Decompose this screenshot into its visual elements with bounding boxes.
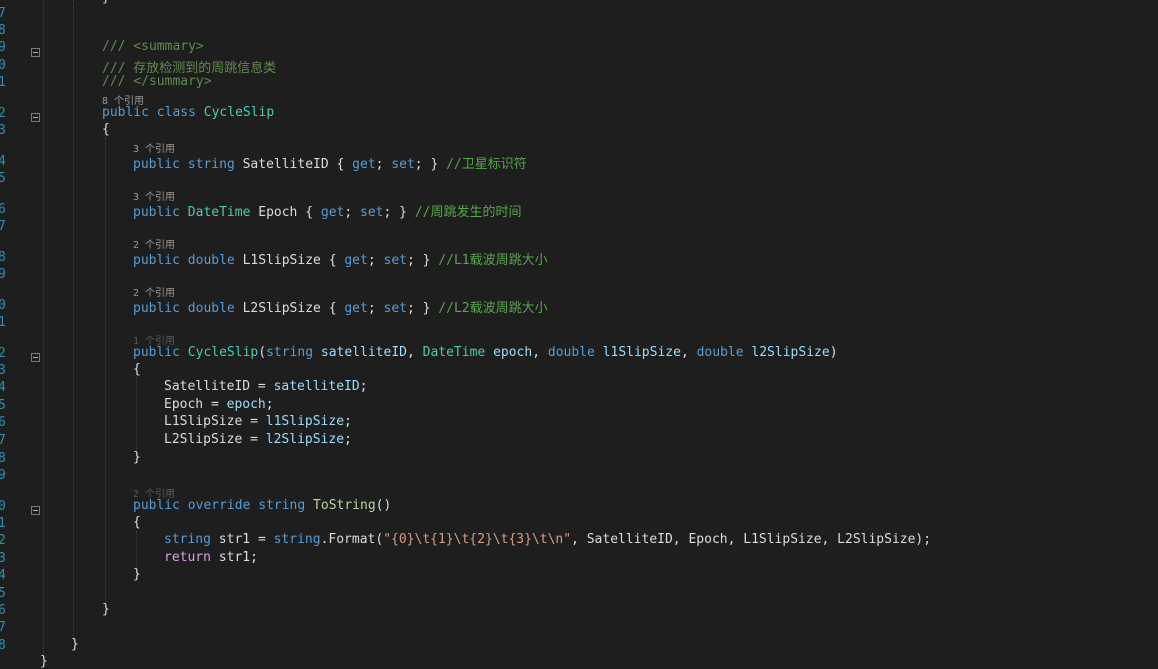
code-line[interactable]: string str1 = string.Format("{0}\t{1}\t{… (164, 532, 931, 547)
line-number: 2 (0, 106, 6, 121)
code-line[interactable]: { (133, 362, 141, 377)
code-line[interactable]: } (102, 0, 110, 5)
line-number: 6 (0, 202, 6, 217)
line-number: 3 (0, 363, 6, 378)
line-number: 7 (0, 620, 6, 635)
code-line[interactable]: } (133, 567, 141, 582)
code-line[interactable]: public CycleSlip(string satelliteID, Dat… (133, 345, 838, 360)
collapse-region-icon[interactable] (31, 506, 40, 515)
code-line[interactable]: } (71, 637, 79, 652)
code-line[interactable]: public double L2SlipSize { get; set; } /… (133, 297, 548, 316)
line-number: 8 (0, 250, 6, 265)
indent-guide (136, 531, 137, 571)
indent-guide (43, 0, 44, 661)
collapse-region-icon[interactable] (31, 353, 40, 362)
line-number: 2 (0, 533, 6, 548)
line-number: 5 (0, 171, 6, 186)
line-number: 0 (0, 298, 6, 313)
line-number: 6 (0, 603, 6, 618)
collapse-region-icon[interactable] (31, 113, 40, 122)
code-line[interactable]: L2SlipSize = l2SlipSize; (164, 432, 352, 447)
line-number: 3 (0, 123, 6, 138)
code-line[interactable]: return str1; (164, 550, 258, 565)
code-line[interactable]: public double L1SlipSize { get; set; } /… (133, 249, 548, 268)
line-number: 1 (0, 75, 6, 90)
code-line[interactable]: public string SatelliteID { get; set; } … (133, 153, 527, 172)
line-number: 7 (0, 6, 6, 21)
line-number: 2 (0, 346, 6, 361)
indent-guide (105, 138, 106, 604)
code-line[interactable]: public DateTime Epoch { get; set; } //周跳… (133, 201, 521, 220)
line-number: 7 (0, 433, 6, 448)
code-editor[interactable]: 7 8 9 0 1 2 3 4 5 6 7 8 9 0 1 2 3 4 5 6 … (0, 0, 1158, 669)
indent-guide (73, 0, 74, 640)
code-line[interactable]: Epoch = epoch; (164, 397, 274, 412)
code-line[interactable]: /// </summary> (102, 74, 212, 89)
line-number: 1 (0, 516, 6, 531)
code-line[interactable]: } (102, 602, 110, 617)
indent-guide (136, 377, 137, 455)
line-number: 8 (0, 638, 6, 653)
line-number: 4 (0, 154, 6, 169)
code-line[interactable]: } (40, 654, 48, 669)
line-number: 7 (0, 219, 6, 234)
line-number: 1 (0, 315, 6, 330)
code-line[interactable]: { (102, 122, 110, 137)
line-number: 5 (0, 586, 6, 601)
line-number: 8 (0, 451, 6, 466)
line-number: 8 (0, 23, 6, 38)
line-number: 6 (0, 415, 6, 430)
line-number: 9 (0, 468, 6, 483)
line-number: 5 (0, 398, 6, 413)
code-line[interactable]: L1SlipSize = l1SlipSize; (164, 414, 352, 429)
line-number: 4 (0, 568, 6, 583)
line-number: 0 (0, 58, 6, 73)
code-line[interactable]: public class CycleSlip (102, 105, 274, 120)
line-number: 3 (0, 551, 6, 566)
line-number: 9 (0, 40, 6, 55)
line-number: 9 (0, 267, 6, 282)
line-number: 0 (0, 499, 6, 514)
code-line[interactable]: /// <summary> (102, 39, 204, 54)
code-line[interactable]: public override string ToString() (133, 498, 391, 513)
code-line[interactable]: { (133, 515, 141, 530)
code-line[interactable]: SatelliteID = satelliteID; (164, 379, 368, 394)
code-line[interactable]: } (133, 450, 141, 465)
line-number: 4 (0, 380, 6, 395)
collapse-region-icon[interactable] (31, 48, 40, 57)
